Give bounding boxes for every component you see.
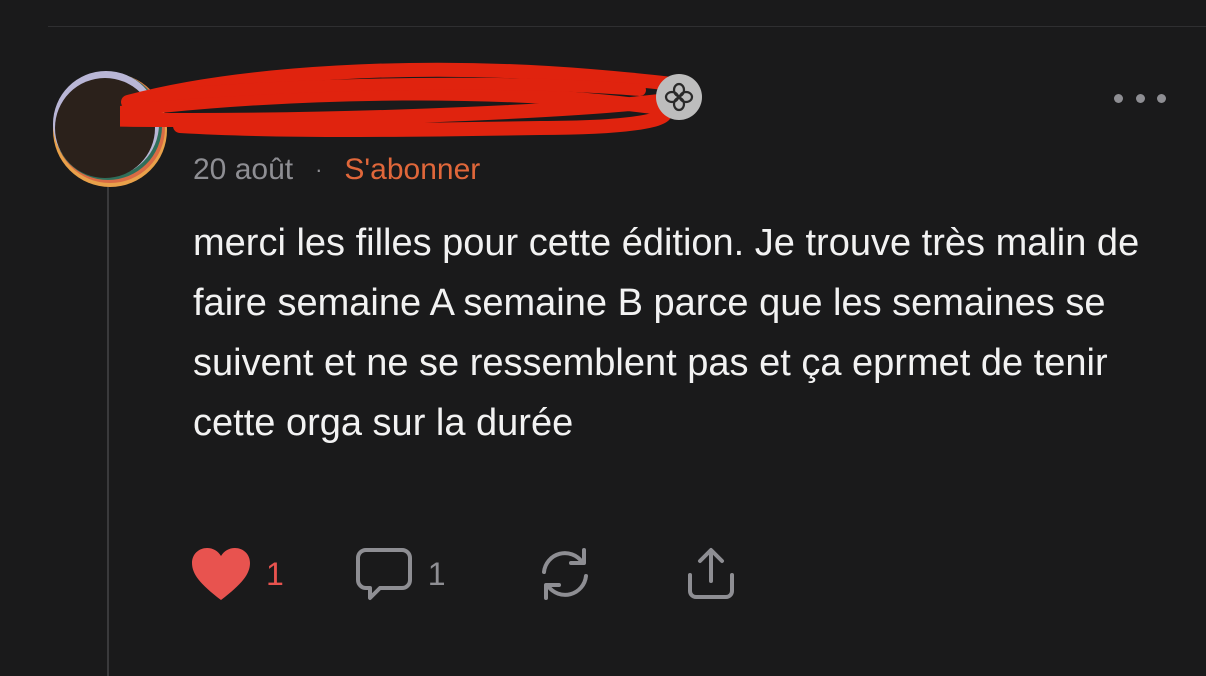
meta-separator: · xyxy=(315,157,323,182)
restack-button[interactable] xyxy=(536,546,594,602)
refresh-icon xyxy=(541,548,588,600)
flower-badge-icon xyxy=(656,74,702,120)
top-divider xyxy=(48,26,1206,27)
share-icon xyxy=(687,548,734,599)
reply-count: 1 xyxy=(427,555,446,592)
redaction-scribble xyxy=(120,62,690,137)
share-button[interactable] xyxy=(682,545,740,603)
comment-text: merci les filles pour cette édition. Je … xyxy=(193,222,1140,444)
comment-bubble-icon xyxy=(355,548,412,600)
comment-date: 20 août xyxy=(193,153,294,186)
reply-button[interactable]: 1 xyxy=(354,546,446,602)
comment-meta: 20 août · S'abonner xyxy=(193,150,480,190)
action-bar: 1 1 xyxy=(190,542,740,606)
like-count: 1 xyxy=(266,555,284,592)
like-button[interactable]: 1 xyxy=(190,546,284,602)
heart-icon xyxy=(192,548,250,600)
thread-line xyxy=(107,186,109,676)
more-icon[interactable] xyxy=(1114,84,1166,112)
subscribe-link[interactable]: S'abonner xyxy=(344,150,480,190)
